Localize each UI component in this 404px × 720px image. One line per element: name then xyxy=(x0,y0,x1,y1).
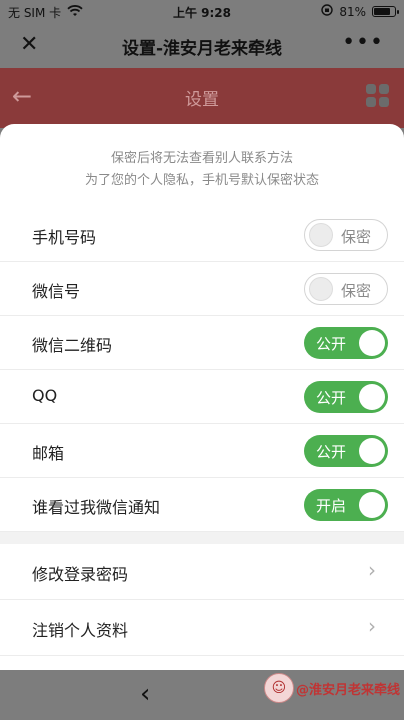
privacy-row-label: 谁看过我微信通知 xyxy=(32,498,161,517)
toggle-state: 开启 xyxy=(316,497,347,515)
delete-profile-item[interactable]: 注销个人资料 › xyxy=(0,600,404,656)
privacy-row-label: 微信号 xyxy=(32,282,81,301)
toggle-state: 公开 xyxy=(316,443,347,461)
notice-line-1: 保密后将无法查看别人联系方法 xyxy=(110,151,293,166)
privacy-row-label: 手机号码 xyxy=(32,228,97,247)
privacy-row-wechat-qr: 微信二维码 公开 xyxy=(0,316,404,370)
privacy-row-label: QQ xyxy=(32,386,58,405)
app-header: ← 设置 xyxy=(0,68,404,128)
privacy-row-visitor-notify: 谁看过我微信通知 开启 xyxy=(0,478,404,532)
watermark: ☺ @淮安月老来牵线 xyxy=(263,672,400,704)
privacy-notice: 保密后将无法查看别人联系方法 为了您的个人隐私，手机号默认保密状态 xyxy=(0,124,404,208)
chevron-left-icon[interactable]: ‹ xyxy=(140,679,150,709)
privacy-row-qq: QQ 公开 xyxy=(0,370,404,424)
toggle-knob xyxy=(359,384,385,410)
section-divider xyxy=(0,532,404,544)
chevron-right-icon: › xyxy=(368,614,376,638)
toggle-knob xyxy=(309,277,333,301)
phone-privacy-toggle[interactable]: 保密 xyxy=(304,219,388,251)
toggle-state: 保密 xyxy=(341,228,372,246)
battery-icon xyxy=(372,6,399,17)
wechat-privacy-toggle[interactable]: 保密 xyxy=(304,273,388,305)
privacy-row-label: 邮箱 xyxy=(32,444,65,463)
privacy-row-email: 邮箱 公开 xyxy=(0,424,404,478)
toggle-state: 公开 xyxy=(316,389,347,407)
change-password-item[interactable]: 修改登录密码 › xyxy=(0,544,404,600)
orientation-lock-icon xyxy=(321,4,334,19)
page-title: 设置 xyxy=(185,90,219,110)
title-bar: ✕ 设置-淮安月老来牵线 ••• xyxy=(0,22,404,68)
toggle-knob xyxy=(309,223,333,247)
visitor-notify-toggle[interactable]: 开启 xyxy=(304,489,388,521)
toggle-knob xyxy=(359,438,385,464)
status-bar: 无 SIM 卡 上午 9:28 81% xyxy=(0,0,404,22)
toggle-state: 公开 xyxy=(316,335,347,353)
privacy-row-phone: 手机号码 保密 xyxy=(0,208,404,262)
privacy-row-wechat: 微信号 保密 xyxy=(0,262,404,316)
qq-privacy-toggle[interactable]: 公开 xyxy=(304,381,388,413)
notice-line-2: 为了您的个人隐私，手机号默认保密状态 xyxy=(84,173,319,188)
settings-sheet: 保密后将无法查看别人联系方法 为了您的个人隐私，手机号默认保密状态 手机号码 保… xyxy=(0,124,404,670)
battery-percent: 81% xyxy=(339,4,366,19)
watermark-text: @淮安月老来牵线 xyxy=(295,682,400,698)
watermark-logo-icon: ☺ xyxy=(263,673,294,703)
toggle-knob xyxy=(359,330,385,356)
toggle-state: 保密 xyxy=(341,282,372,300)
chevron-right-icon: › xyxy=(368,558,376,582)
nav-item-label: 注销个人资料 xyxy=(32,621,129,640)
more-icon[interactable]: ••• xyxy=(342,30,384,55)
wechat-qr-privacy-toggle[interactable]: 公开 xyxy=(304,327,388,359)
toggle-knob xyxy=(359,492,385,518)
nav-item-label: 修改登录密码 xyxy=(32,565,129,584)
grid-icon[interactable] xyxy=(366,84,390,108)
email-privacy-toggle[interactable]: 公开 xyxy=(304,435,388,467)
privacy-row-label: 微信二维码 xyxy=(32,336,113,355)
